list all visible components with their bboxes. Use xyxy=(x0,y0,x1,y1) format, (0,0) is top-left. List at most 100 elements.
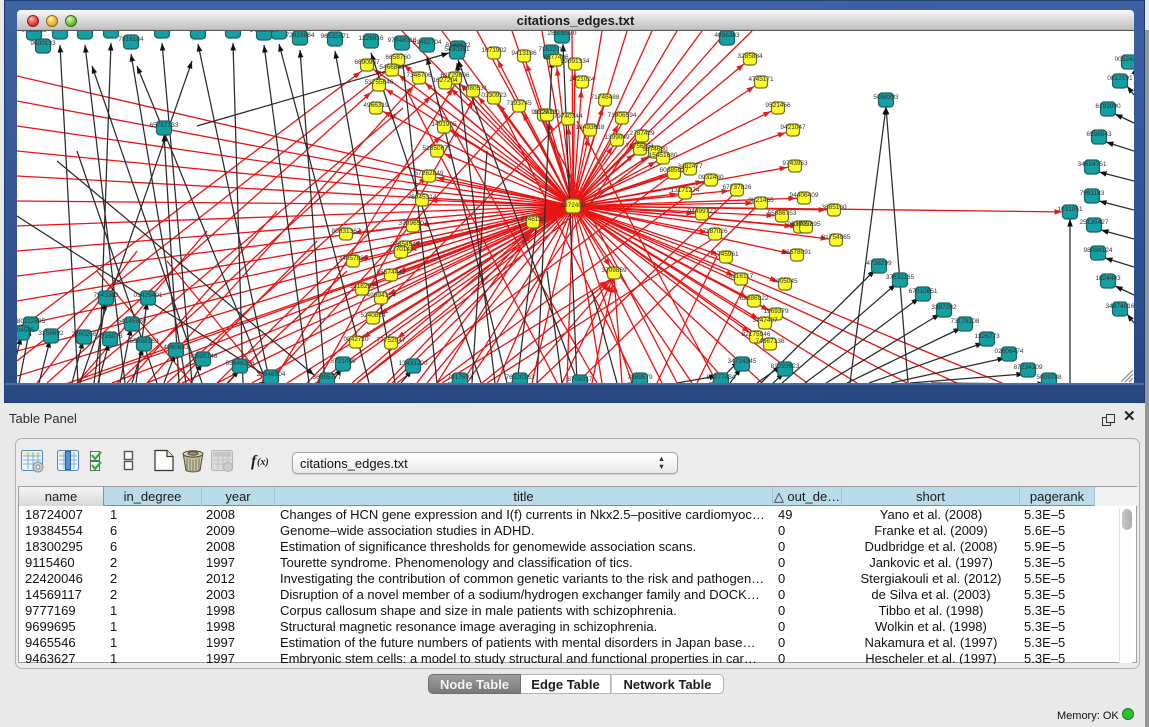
svg-text:7917693: 7917693 xyxy=(447,374,473,381)
svg-text:5240824: 5240824 xyxy=(360,312,386,319)
svg-text:34714345: 34714345 xyxy=(728,358,757,365)
svg-text:3685160: 3685160 xyxy=(821,204,847,211)
svg-text:01429401: 01429401 xyxy=(134,292,163,299)
svg-text:65648236: 65648236 xyxy=(226,360,255,367)
svg-text:1615594: 1615594 xyxy=(98,31,124,32)
svg-text:93103413: 93103413 xyxy=(148,31,177,32)
svg-text:53755646: 53755646 xyxy=(365,79,394,86)
svg-text:61595148: 61595148 xyxy=(189,353,218,360)
svg-text:1326773: 1326773 xyxy=(974,333,1000,340)
svg-text:28809570: 28809570 xyxy=(548,31,577,37)
svg-text:55886753: 55886753 xyxy=(768,210,797,217)
svg-text:02606474: 02606474 xyxy=(995,348,1024,355)
svg-text:79740344: 79740344 xyxy=(554,113,583,120)
svg-text:87277434: 87277434 xyxy=(707,374,736,381)
svg-text:51850671: 51850671 xyxy=(423,145,452,152)
svg-text:1491905: 1491905 xyxy=(431,121,457,128)
svg-text:80831367: 80831367 xyxy=(332,228,361,235)
svg-text:9600133: 9600133 xyxy=(30,40,56,47)
svg-text:2787429: 2787429 xyxy=(629,130,655,137)
svg-text:7543303: 7543303 xyxy=(93,292,119,299)
svg-text:76945314: 76945314 xyxy=(408,194,437,201)
svg-text:87234309: 87234309 xyxy=(1014,364,1043,371)
svg-text:00524278: 00524278 xyxy=(1115,56,1134,63)
svg-text:3518233: 3518233 xyxy=(349,283,375,290)
svg-text:94406409: 94406409 xyxy=(790,192,819,199)
svg-text:7770143: 7770143 xyxy=(388,246,414,253)
svg-text:3709859: 3709859 xyxy=(601,267,627,274)
svg-text:67737826: 67737826 xyxy=(723,184,752,191)
svg-text:71746488: 71746488 xyxy=(591,94,620,101)
svg-text:62386922: 62386922 xyxy=(740,295,769,302)
svg-text:1226916: 1226916 xyxy=(358,35,384,42)
svg-text:6204505: 6204505 xyxy=(17,327,35,334)
svg-text:9743953: 9743953 xyxy=(782,160,808,167)
svg-text:3285884: 3285884 xyxy=(737,53,763,60)
svg-text:34874016: 34874016 xyxy=(1106,303,1134,310)
svg-text:80112805: 80112805 xyxy=(17,318,46,325)
svg-text:(x): (x) xyxy=(257,457,269,468)
svg-text:1372400: 1372400 xyxy=(560,202,586,209)
svg-text:8708317: 8708317 xyxy=(567,376,593,383)
svg-text:2421024: 2421024 xyxy=(569,76,595,83)
svg-text:96532871: 96532871 xyxy=(321,33,350,40)
svg-text:1671902: 1671902 xyxy=(481,47,507,54)
svg-text:49894134: 49894134 xyxy=(367,292,396,299)
svg-text:54145868: 54145868 xyxy=(118,318,147,325)
svg-text:3482477: 3482477 xyxy=(677,163,703,170)
svg-text:71906594: 71906594 xyxy=(608,112,637,119)
svg-text:9521456: 9521456 xyxy=(765,102,791,109)
svg-text:7193745: 7193745 xyxy=(506,100,532,107)
svg-text:81754965: 81754965 xyxy=(822,234,851,241)
svg-text:2260256: 2260256 xyxy=(71,331,97,338)
svg-text:6193990: 6193990 xyxy=(1095,103,1121,110)
svg-text:0812191: 0812191 xyxy=(1107,75,1133,82)
svg-text:1969379: 1969379 xyxy=(763,308,789,315)
svg-text:04499727: 04499727 xyxy=(688,208,717,215)
svg-text:57262849: 57262849 xyxy=(415,170,444,177)
svg-text:7816184: 7816184 xyxy=(118,36,144,43)
svg-text:5098393: 5098393 xyxy=(873,94,899,101)
svg-text:1746120: 1746120 xyxy=(520,216,546,223)
svg-text:1824493: 1824493 xyxy=(1095,275,1121,282)
svg-text:7346706: 7346706 xyxy=(406,72,432,79)
svg-text:7187026: 7187026 xyxy=(702,228,728,235)
svg-text:74367136: 74367136 xyxy=(756,338,785,345)
svg-text:81223623: 81223623 xyxy=(771,363,800,370)
svg-text:3747407: 3747407 xyxy=(752,317,778,324)
svg-text:0932480: 0932480 xyxy=(698,174,724,181)
svg-text:51462704: 51462704 xyxy=(413,39,442,46)
svg-text:4966319: 4966319 xyxy=(363,102,389,109)
svg-text:1031051: 1031051 xyxy=(1057,206,1083,213)
svg-text:1627204: 1627204 xyxy=(432,77,458,84)
svg-text:37996507: 37996507 xyxy=(399,220,428,227)
svg-text:7991183: 7991183 xyxy=(1080,190,1105,197)
svg-text:8721489: 8721489 xyxy=(330,358,356,365)
svg-text:1399049: 1399049 xyxy=(604,134,630,141)
svg-text:0842710: 0842710 xyxy=(343,336,369,343)
svg-text:5466889: 5466889 xyxy=(379,64,405,71)
svg-text:8386379: 8386379 xyxy=(47,31,73,33)
svg-text:1745961: 1745961 xyxy=(713,251,739,258)
svg-text:4745171: 4745171 xyxy=(748,76,774,83)
svg-text:9821465: 9821465 xyxy=(748,197,774,204)
svg-text:65787133: 65787133 xyxy=(150,122,179,129)
svg-text:0433218: 0433218 xyxy=(21,31,47,34)
svg-text:77752047: 77752047 xyxy=(377,337,406,344)
svg-text:4005045: 4005045 xyxy=(772,278,798,285)
svg-text:37631165: 37631165 xyxy=(886,274,915,281)
svg-text:7889579: 7889579 xyxy=(627,374,653,381)
svg-text:4192832: 4192832 xyxy=(220,31,246,32)
svg-text:4316117: 4316117 xyxy=(729,273,754,280)
svg-text:4060883: 4060883 xyxy=(163,344,189,351)
svg-text:13493618: 13493618 xyxy=(576,124,605,131)
svg-text:6998543: 6998543 xyxy=(1086,131,1112,138)
svg-text:17080531: 17080531 xyxy=(459,85,488,92)
svg-text:6690967: 6690967 xyxy=(354,59,380,66)
svg-text:72423884: 72423884 xyxy=(286,32,315,39)
svg-text:86578091: 86578091 xyxy=(783,249,812,256)
svg-text:67010651: 67010651 xyxy=(909,288,938,295)
svg-text:3158692: 3158692 xyxy=(38,330,64,337)
svg-text:5430391: 5430391 xyxy=(444,46,470,53)
svg-text:5009788: 5009788 xyxy=(1036,374,1062,381)
